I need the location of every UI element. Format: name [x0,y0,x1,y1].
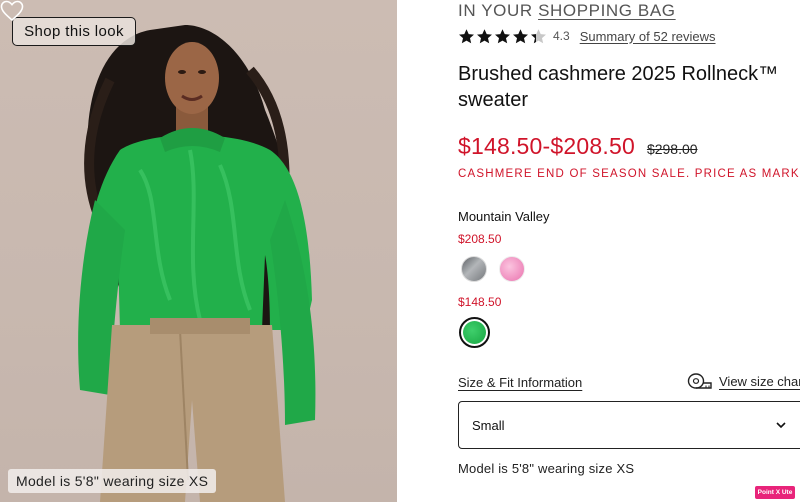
in-bag-prefix: IN YOUR [458,1,539,20]
star-full-icon [459,28,474,43]
model-size-note: Model is 5'8" wearing size XS [458,461,635,476]
model-photo-illustration [78,25,316,502]
size-select[interactable]: Small [458,401,800,449]
star-rating [458,28,547,45]
swatch-grey[interactable] [461,256,487,282]
size-select-value: Small [472,417,505,433]
chevron-down-icon [776,422,786,429]
promo-message: CASHMERE END OF SEASON SALE. PRICE AS MA… [458,168,800,180]
size-chart-label[interactable]: View size chart [719,374,800,389]
swatch-group-price: $148.50 [458,295,502,309]
star-full-icon [495,28,510,43]
model-size-caption: Model is 5'8" wearing size XS [8,469,217,493]
selected-color-name: Mountain Valley [458,209,550,224]
extension-badge: Point X Ute [755,486,795,499]
measuring-tape-icon [687,373,712,389]
star-partial-icon [531,28,546,43]
star-full-icon [477,28,492,43]
star-full-icon [513,28,528,43]
product-info-panel: IN YOUR SHOPPING BAG 4.3 Summary of 52 r… [458,0,800,502]
in-bag-notice: IN YOUR SHOPPING BAG [458,1,676,21]
shop-this-look-button[interactable]: Shop this look [12,17,136,46]
heart-outline-icon[interactable] [0,0,24,22]
reviews-summary-link[interactable]: Summary of 52 reviews [580,29,716,44]
original-price: $298.00 [646,141,698,157]
sale-price: $148.50-$208.50 [458,133,635,159]
swatch-group-price: $208.50 [458,232,502,246]
product-title: Brushed cashmere 2025 Rollneck™ sweater [458,63,779,111]
price-row: $148.50-$208.50 $298.00 [458,133,698,160]
swatch-pink[interactable] [499,256,525,282]
size-chart-link[interactable]: View size chart [687,372,800,390]
swatch-green[interactable] [463,321,486,344]
shopping-bag-link[interactable]: SHOPPING BAG [538,1,676,20]
product-image[interactable]: Shop this look Model is 5'8" wearing siz… [0,0,397,502]
rating-value: 4.3 [553,29,570,43]
rating-row: 4.3 Summary of 52 reviews [458,26,716,46]
size-fit-info-link[interactable]: Size & Fit Information [458,375,582,390]
